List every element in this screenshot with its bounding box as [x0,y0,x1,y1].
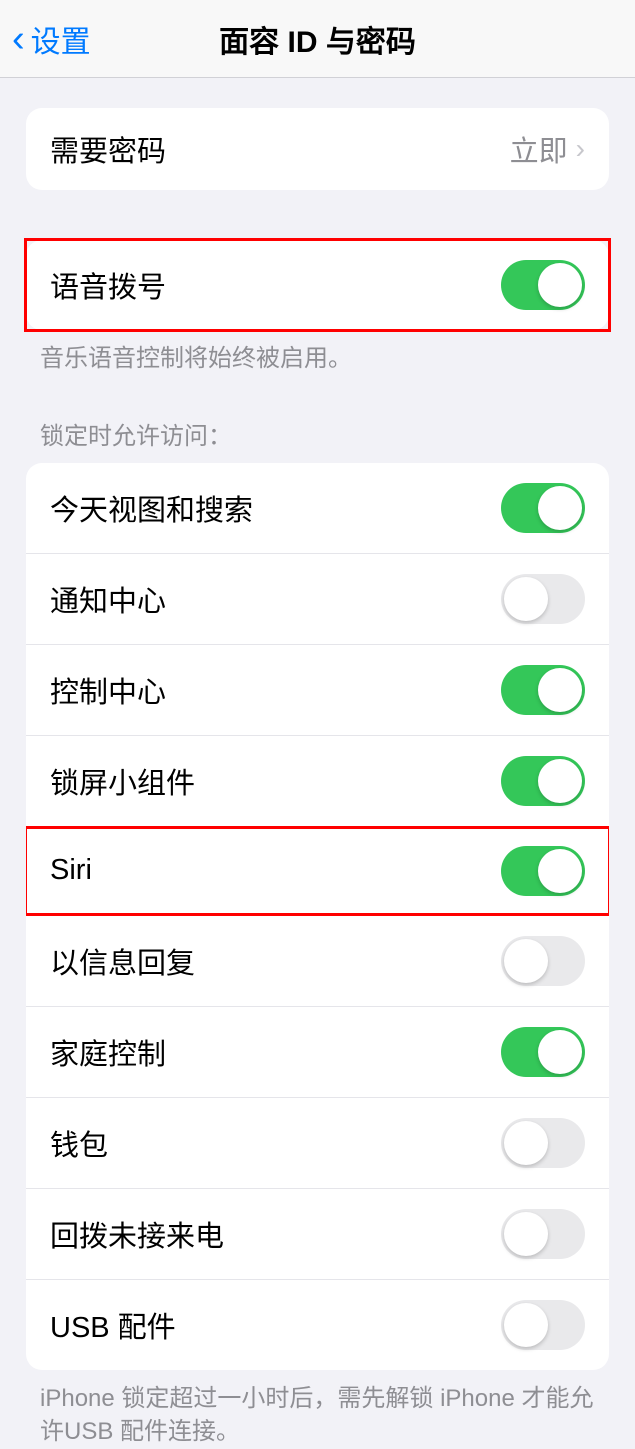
return-missed-calls-row: 回拨未接来电 [26,1188,609,1279]
wallet-label: 钱包 [50,1122,501,1164]
reply-with-message-label: 以信息回复 [50,940,501,982]
back-button[interactable]: ‹ 设置 [0,17,91,61]
require-passcode-row[interactable]: 需要密码 立即 › [26,108,609,190]
notification-center-toggle[interactable] [501,574,585,624]
reply-with-message-row: 以信息回复 [26,916,609,1006]
toggle-knob [538,759,582,803]
navigation-header: ‹ 设置 面容 ID 与密码 [0,0,635,78]
siri-label: Siri [50,854,501,887]
reply-with-message-toggle[interactable] [501,936,585,986]
voice-dial-footer: 音乐语音控制将始终被启用。 [0,330,635,376]
usb-accessories-label: USB 配件 [50,1304,501,1346]
chevron-left-icon: ‹ [12,20,25,58]
return-missed-calls-label: 回拨未接来电 [50,1213,501,1255]
home-control-row: 家庭控制 [26,1006,609,1097]
usb-accessories-row: USB 配件 [26,1279,609,1370]
back-label: 设置 [31,17,91,61]
control-center-label: 控制中心 [50,669,501,711]
usb-footer: iPhone 锁定超过一小时后，需先解锁 iPhone 才能允许USB 配件连接… [0,1370,635,1449]
home-control-label: 家庭控制 [50,1031,501,1073]
return-missed-calls-toggle[interactable] [501,1209,585,1259]
require-passcode-value: 立即 [510,128,568,170]
voice-dial-row: 语音拨号 [26,240,609,330]
today-view-toggle[interactable] [501,483,585,533]
siri-toggle[interactable] [501,846,585,896]
toggle-knob [504,577,548,621]
toggle-knob [504,1212,548,1256]
wallet-toggle[interactable] [501,1118,585,1168]
toggle-knob [504,939,548,983]
toggle-knob [538,263,582,307]
toggle-knob [538,1030,582,1074]
voice-dial-label: 语音拨号 [50,264,501,306]
today-view-row: 今天视图和搜索 [26,463,609,553]
today-view-label: 今天视图和搜索 [50,487,501,529]
toggle-knob [504,1303,548,1347]
lock-screen-widgets-label: 锁屏小组件 [50,760,501,802]
control-center-row: 控制中心 [26,644,609,735]
lock-screen-widgets-toggle[interactable] [501,756,585,806]
chevron-right-icon: › [576,133,585,165]
notification-center-row: 通知中心 [26,553,609,644]
page-title: 面容 ID 与密码 [219,17,416,61]
toggle-knob [504,1121,548,1165]
require-passcode-label: 需要密码 [50,128,510,170]
wallet-row: 钱包 [26,1097,609,1188]
toggle-knob [538,849,582,893]
toggle-knob [538,486,582,530]
toggle-knob [538,668,582,712]
siri-row: Siri [26,826,609,916]
home-control-toggle[interactable] [501,1027,585,1077]
lock-screen-widgets-row: 锁屏小组件 [26,735,609,826]
usb-accessories-toggle[interactable] [501,1300,585,1350]
voice-dial-toggle[interactable] [501,260,585,310]
control-center-toggle[interactable] [501,665,585,715]
notification-center-label: 通知中心 [50,578,501,620]
lock-access-header: 锁定时允许访问： [0,416,635,463]
